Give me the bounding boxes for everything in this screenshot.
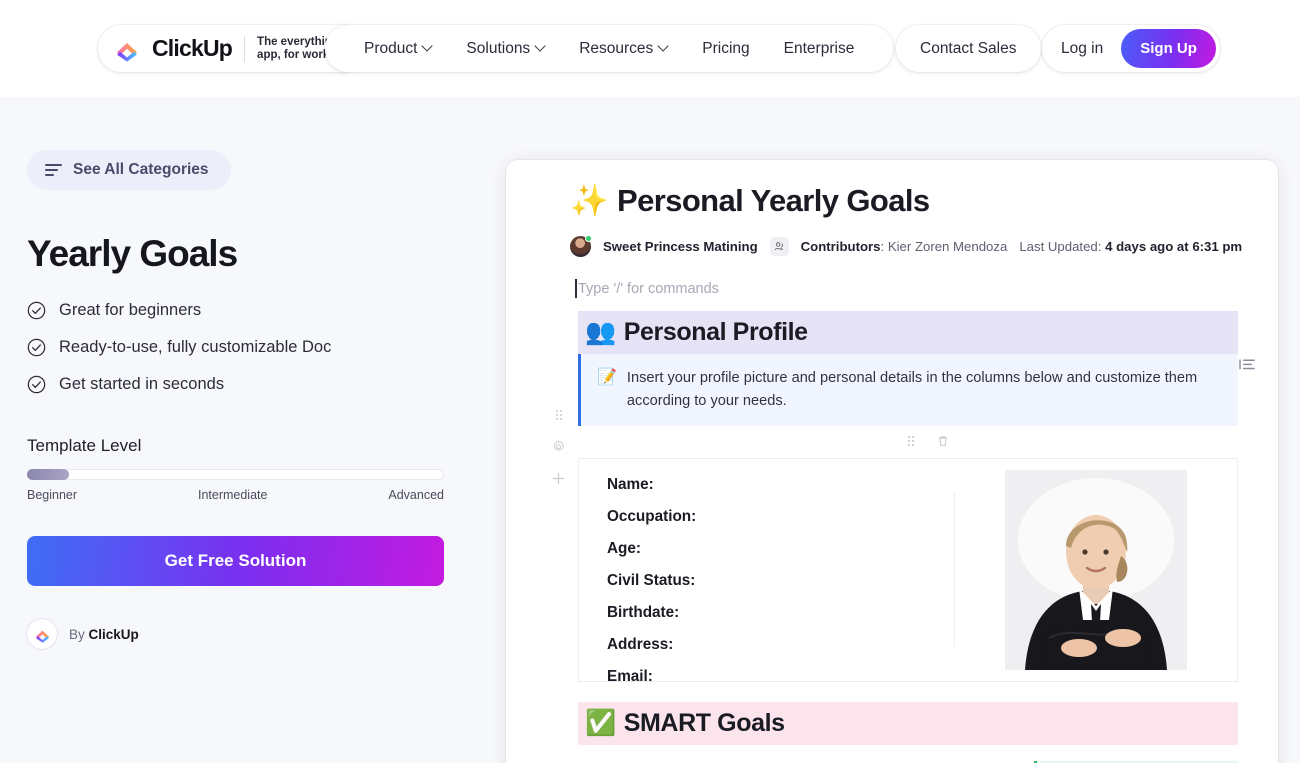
see-all-categories-label: See All Categories (73, 161, 209, 179)
last-updated-value: 4 days ago at 6:31 pm (1105, 239, 1242, 254)
chevron-down-icon (659, 42, 668, 51)
list-item-label: Get started in seconds (59, 375, 224, 394)
feature-bullet-list: Great for beginners Ready-to-use, fully … (27, 301, 445, 394)
logo-divider (244, 36, 245, 62)
sparkles-icon: ✨ (570, 182, 608, 219)
template-level-labels: Beginner Intermediate Advanced (27, 488, 444, 502)
byline-prefix: By (69, 627, 89, 642)
people-emoji-icon: 👥 (585, 318, 616, 347)
level-label-advanced: Advanced (388, 488, 444, 502)
field-label-name: Name: (607, 476, 954, 494)
check-mark-emoji-icon: ✅ (585, 709, 616, 738)
drag-handle-icon[interactable] (555, 408, 563, 426)
doc-meta-row: Sweet Princess Matining Contributors: Ki… (570, 236, 1278, 257)
doc-title: ✨ Personal Yearly Goals (570, 182, 1278, 219)
see-all-categories-button[interactable]: See All Categories (27, 150, 231, 190)
add-plus-icon[interactable] (552, 472, 565, 490)
section-heading-smart-goals-text: SMART Goals (624, 709, 785, 738)
section-heading-smart-goals: ✅ SMART Goals (578, 702, 1238, 745)
slash-command-placeholder[interactable]: Type '/' for commands (578, 281, 1278, 297)
left-panel: See All Categories Yearly Goals Great fo… (27, 150, 445, 649)
profile-table: Name: Occupation: Age: Civil Status: Bir… (578, 458, 1238, 682)
chevron-down-icon (423, 42, 432, 51)
document-preview-panel: ✨ Personal Yearly Goals Sweet Princess M… (506, 160, 1278, 763)
last-updated-label: Last Updated (1019, 239, 1097, 254)
block-gutter-tools (552, 408, 565, 490)
clickup-badge-icon (27, 619, 57, 649)
check-circle-icon (27, 375, 46, 394)
field-label-occupation: Occupation: (607, 508, 954, 526)
get-free-solution-button[interactable]: Get Free Solution (27, 536, 444, 586)
list-item: Get started in seconds (27, 375, 445, 394)
list-item-label: Great for beginners (59, 301, 201, 320)
block-row-tools (506, 434, 1278, 452)
list-item-label: Ready-to-use, fully customizable Doc (59, 338, 331, 357)
profile-photo-cell (955, 459, 1237, 681)
nav-item-enterprise[interactable]: Enterprise (767, 25, 872, 72)
list-item: Great for beginners (27, 301, 445, 320)
template-level-title: Template Level (27, 436, 445, 456)
avatar (570, 236, 591, 257)
level-label-beginner: Beginner (27, 488, 77, 502)
log-in-link[interactable]: Log in (1061, 40, 1121, 58)
memo-emoji-icon: 📝 (597, 367, 617, 413)
delete-trash-icon[interactable] (937, 434, 949, 452)
doc-author-name: Sweet Princess Matining (603, 239, 758, 254)
check-circle-icon (27, 338, 46, 357)
clickup-logo-icon (114, 36, 140, 62)
contributors-people-icon (770, 237, 789, 256)
field-label-civil-status: Civil Status: (607, 572, 954, 590)
outline-list-icon[interactable] (1239, 358, 1256, 378)
contributors-field: Contributors: Kier Zoren Mendoza (801, 239, 1008, 254)
nav-item-pricing-label: Pricing (702, 40, 749, 58)
level-label-intermediate: Intermediate (198, 488, 267, 502)
field-label-email: Email: (607, 668, 954, 686)
last-updated-field: Last Updated: 4 days ago at 6:31 pm (1019, 239, 1242, 254)
nav-item-solutions-label: Solutions (466, 40, 530, 58)
nav-item-enterprise-label: Enterprise (784, 40, 855, 58)
template-level-slider[interactable] (27, 469, 444, 480)
contact-sales-button[interactable]: Contact Sales (896, 25, 1041, 72)
nav-item-pricing[interactable]: Pricing (685, 25, 766, 72)
byline: By ClickUp (27, 619, 445, 649)
check-circle-icon (27, 301, 46, 320)
doc-title-text: Personal Yearly Goals (617, 183, 930, 219)
nav-item-product-label: Product (364, 40, 417, 58)
filter-lines-icon (45, 164, 62, 176)
gear-icon[interactable] (552, 440, 565, 458)
field-label-age: Age: (607, 540, 954, 558)
auth-pill: Log in Sign Up (1042, 25, 1220, 72)
nav-item-resources[interactable]: Resources (562, 25, 685, 72)
main-menu: Product Solutions Resources Pricing Ente… (325, 25, 893, 72)
list-item: Ready-to-use, fully customizable Doc (27, 338, 445, 357)
logo-wordmark: ClickUp (152, 35, 232, 62)
byline-brand: ClickUp (89, 627, 139, 642)
section-heading-personal-profile-text: Personal Profile (624, 318, 808, 347)
sign-up-button[interactable]: Sign Up (1121, 29, 1216, 68)
byline-text: By ClickUp (69, 627, 139, 642)
page-title: Yearly Goals (27, 233, 445, 275)
contributors-label: Contributors (801, 239, 881, 254)
drag-handle-icon[interactable] (907, 434, 915, 452)
nav-item-product[interactable]: Product (347, 25, 449, 72)
contributors-value: Kier Zoren Mendoza (888, 239, 1007, 254)
chevron-down-icon (536, 42, 545, 51)
contact-sales-label-wrap[interactable]: Contact Sales (920, 25, 1017, 72)
contact-sales-label: Contact Sales (920, 40, 1017, 58)
profile-photo (1005, 470, 1187, 670)
section-heading-personal-profile: 👥 Personal Profile (578, 311, 1238, 354)
nav-item-resources-label: Resources (579, 40, 653, 58)
template-level-slider-thumb[interactable] (27, 469, 69, 480)
top-navigation-bar: ClickUp The everything app, for work. Pr… (0, 0, 1300, 97)
field-label-address: Address: (607, 636, 954, 654)
profile-callout-text: Insert your profile picture and personal… (627, 367, 1220, 413)
profile-callout: 📝 Insert your profile picture and person… (578, 354, 1238, 426)
profile-fields-column: Name: Occupation: Age: Civil Status: Bir… (579, 459, 954, 681)
online-status-dot (585, 235, 592, 242)
field-label-birthdate: Birthdate: (607, 604, 954, 622)
nav-item-solutions[interactable]: Solutions (449, 25, 562, 72)
